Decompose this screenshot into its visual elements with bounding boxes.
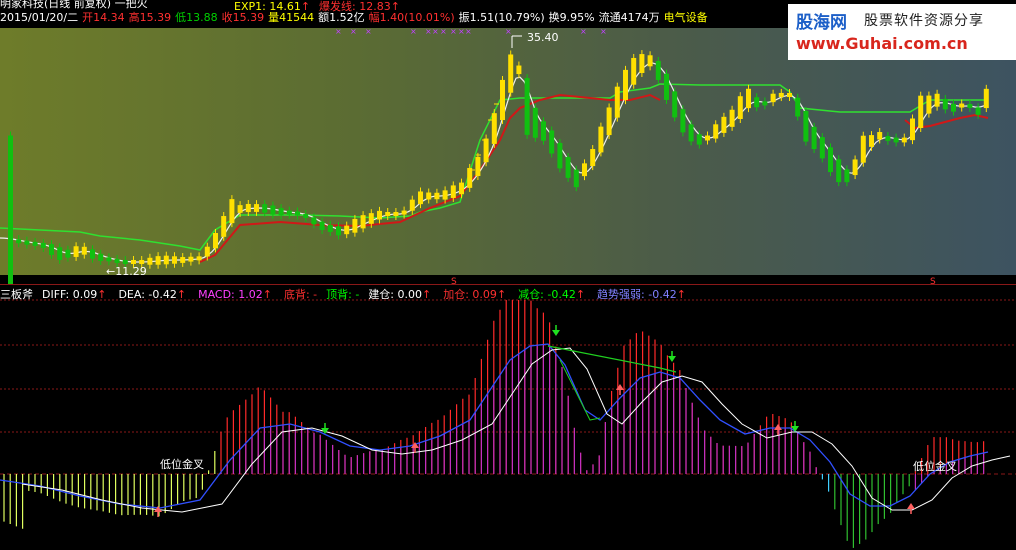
macd-field-15: 趋势强弱: -0.42 [597, 288, 677, 301]
macd-field-4: ↑ [176, 288, 187, 301]
watermark-logo: 股海网 [796, 13, 847, 33]
watermark-slogan: 股票软件资源分享 [864, 13, 984, 29]
macd-field-8: 顶背: - [326, 288, 360, 301]
sell-arrow-icon [668, 356, 676, 362]
buy-arrow-icon [907, 503, 915, 509]
macd-field-11: 加仓: 0.09 [443, 288, 497, 301]
macd-field-10: ↑ [422, 288, 432, 301]
sell-arrow-icon [552, 330, 560, 336]
macd-field-16: ↑ [676, 288, 686, 301]
macd-field-2: ↑ [97, 288, 107, 301]
macd-field-0: 三板斧 [0, 288, 33, 301]
divergence-line-2 [559, 359, 601, 421]
divergence-line [547, 345, 677, 373]
macd-chart[interactable] [0, 0, 1016, 550]
macd-field-1: DIFF: 0.09 [42, 288, 98, 301]
watermark-url: www.Guhai.com.cn [796, 34, 968, 53]
macd-field-12: ↑ [496, 288, 507, 301]
macd-field-5: MACD: 1.02 [198, 288, 263, 301]
macd-field-6: ↑ [262, 288, 272, 301]
macd-field-13: 减仓: -0.42 [518, 288, 576, 301]
macd-field-9: 建仓: 0.00 [368, 288, 423, 301]
golden-cross-label-2: 低位金叉 [913, 460, 957, 473]
watermark: 股海网 股票软件资源分享 www.Guhai.com.cn [788, 4, 1016, 60]
dea-line [21, 347, 1011, 513]
macd-field-7: 底背: - [283, 288, 318, 301]
macd-field-14: ↑ [575, 288, 586, 301]
golden-cross-label-1: 低位金叉 [160, 458, 204, 471]
macd-header: 三板斧 DIFF: 0.09↑ DEA: -0.42↑ MACD: 1.02↑ 底背: … [0, 288, 698, 301]
macd-field-3: DEA: -0.42 [118, 288, 177, 301]
buy-arrow-icon [774, 424, 782, 430]
